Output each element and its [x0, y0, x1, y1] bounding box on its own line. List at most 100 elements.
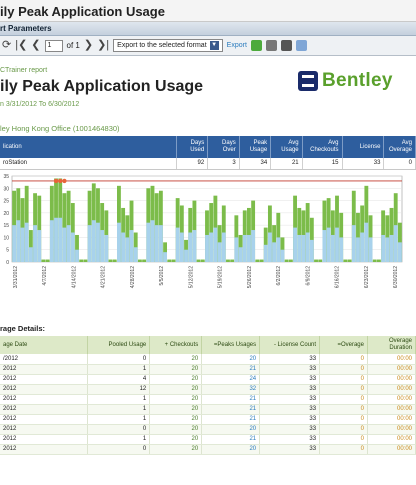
y-tick-label: 35	[3, 174, 9, 180]
details-cell: 33	[259, 364, 321, 375]
details-row: 2012 12 20 32 33 0 00:00	[0, 384, 416, 395]
avg-usage-bar	[360, 232, 365, 262]
details-cell: 0	[319, 414, 368, 425]
window-title: ily Peak Application Usage	[0, 0, 416, 22]
details-cell: 33	[259, 434, 321, 445]
summary-table: lication Days Used Days Over Peak Usage …	[0, 136, 416, 170]
summary-header: Avg Usage	[270, 136, 303, 158]
page-count-label: of 1	[66, 41, 80, 50]
avg-usage-bar	[205, 234, 209, 262]
summary-header: License	[342, 136, 385, 158]
avg-usage-bar	[389, 234, 394, 262]
details-cell: 00:00	[367, 434, 416, 445]
x-tick-label: 6/2/2012	[276, 266, 282, 286]
y-tick-label: 20	[3, 211, 9, 217]
last-page-icon[interactable]: ❯|	[97, 40, 109, 51]
details-cell: 0	[87, 354, 151, 365]
details-cell: 21	[201, 434, 261, 445]
details-cell: 2012	[0, 384, 89, 395]
avg-usage-bar	[158, 225, 163, 262]
print-icon[interactable]	[280, 40, 292, 51]
details-cell: 00:00	[367, 444, 416, 455]
previous-page-icon[interactable]: ❮	[31, 40, 40, 51]
avg-usage-bar	[301, 234, 306, 262]
avg-usage-bar	[356, 237, 360, 262]
details-cell: 20	[149, 374, 203, 385]
first-page-icon[interactable]: |❮	[15, 40, 27, 51]
details-header: + Checkouts	[149, 336, 203, 354]
details-cell: 20	[201, 444, 261, 455]
layout-icon[interactable]	[295, 40, 307, 51]
report-parameters-bar[interactable]: rt Parameters	[0, 22, 416, 36]
peak-usage-bar	[137, 259, 142, 262]
details-cell: 33	[259, 404, 321, 415]
avg-usage-bar	[54, 217, 58, 262]
peak-usage-bar	[230, 259, 235, 262]
peak-usage-bar	[200, 259, 205, 262]
avg-usage-bar	[330, 234, 335, 262]
export-link[interactable]: Export	[227, 42, 247, 49]
find-icon[interactable]	[265, 40, 277, 51]
refresh-report-icon[interactable]	[250, 40, 262, 51]
avg-usage-bar	[104, 234, 109, 262]
details-cell: 00:00	[367, 414, 416, 425]
details-cell: 0	[319, 364, 368, 375]
x-tick-label: 5/19/2012	[218, 266, 224, 288]
avg-usage-bar	[96, 222, 100, 262]
report-tag: CTrainer report	[0, 67, 48, 74]
details-cell: 0	[319, 444, 368, 455]
export-format-select[interactable]: Export to the selected format ▼	[113, 39, 223, 52]
avg-usage-bar	[326, 227, 331, 262]
avg-usage-bar	[297, 234, 302, 262]
avg-usage-bar	[121, 232, 126, 262]
details-cell: 0	[87, 444, 151, 455]
avg-usage-bar	[62, 227, 67, 262]
avg-usage-bar	[24, 222, 29, 262]
peak-usage-bar	[112, 259, 117, 262]
summary-header: Avg Overage	[383, 136, 416, 158]
avg-usage-bar	[146, 222, 151, 262]
peak-usage-bar	[41, 259, 46, 262]
peak-usage-bar	[45, 259, 50, 262]
peak-usage-bar	[259, 259, 264, 262]
details-cell: 1	[87, 394, 151, 405]
avg-usage-bar	[339, 237, 344, 262]
summary-cell: 0	[383, 158, 416, 170]
page-number-input[interactable]: 1	[44, 39, 63, 52]
x-tick-label: 4/7/2012	[42, 266, 48, 286]
overage-marker	[58, 178, 63, 184]
summary-cell: 15	[302, 158, 343, 170]
details-cell: 2012	[0, 444, 89, 455]
peak-usage-bar	[83, 259, 88, 262]
avg-usage-bar	[309, 239, 314, 262]
avg-usage-bar	[293, 227, 297, 262]
peak-usage-bar	[318, 259, 323, 262]
avg-usage-bar	[322, 230, 327, 262]
avg-usage-bar	[163, 252, 167, 262]
details-header-row: age Date Pooled Usage + Checkouts =Peaks…	[0, 336, 416, 354]
details-cell: 20	[149, 394, 203, 405]
x-tick-label: 6/30/2012	[393, 266, 399, 288]
peak-usage-bar	[372, 259, 377, 262]
refresh-icon[interactable]: ⟳	[2, 40, 11, 51]
peak-usage-bar	[79, 259, 84, 262]
avg-usage-bar	[305, 232, 310, 262]
peak-usage-bar	[142, 259, 147, 262]
avg-usage-bar	[87, 225, 92, 262]
next-page-icon[interactable]: ❯	[84, 40, 93, 51]
details-cell: /2012	[0, 354, 89, 365]
details-cell: 00:00	[367, 424, 416, 435]
details-cell: 33	[259, 384, 321, 395]
peak-usage-bar	[171, 259, 176, 262]
export-format-value: Export to the selected format	[117, 42, 207, 49]
y-tick-label: 0	[6, 260, 9, 266]
details-cell: 0	[319, 374, 368, 385]
peak-usage-bar	[284, 259, 289, 262]
summary-header: Peak Usage	[239, 136, 272, 158]
peak-usage-bar	[377, 259, 381, 262]
x-tick-label: 3/31/2012	[13, 266, 19, 288]
avg-usage-bar	[276, 237, 281, 262]
avg-usage-bar	[351, 225, 356, 262]
details-row: 2012 0 20 20 33 0 00:00	[0, 424, 416, 435]
details-cell: 33	[259, 414, 321, 425]
